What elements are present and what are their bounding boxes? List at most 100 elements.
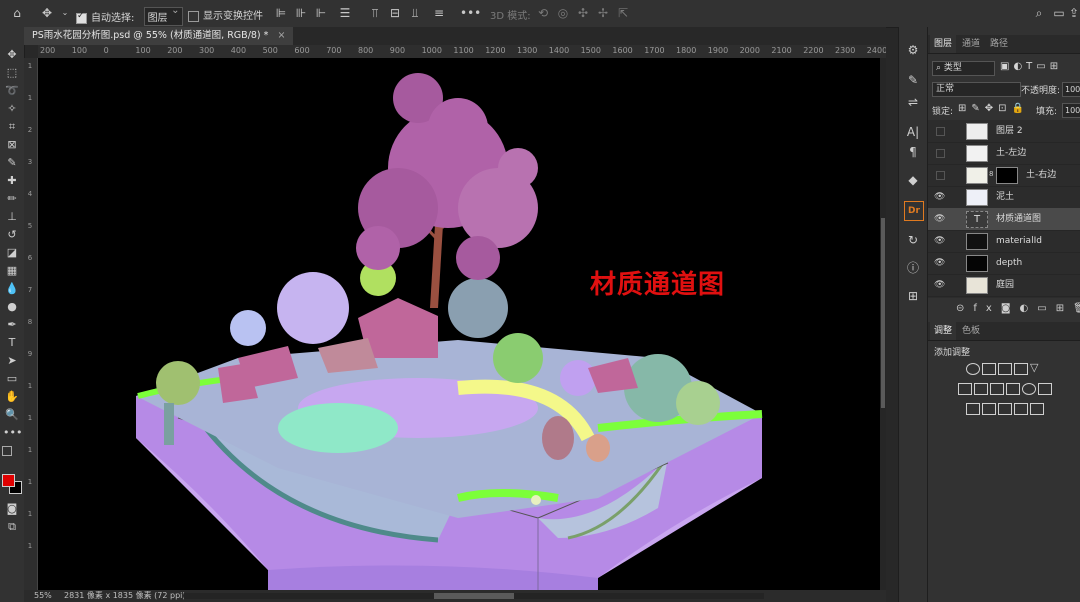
visibility-toggle[interactable] bbox=[936, 149, 945, 158]
tab-layers[interactable]: 图层 bbox=[930, 35, 957, 53]
document-canvas[interactable]: 材质通道图 bbox=[38, 58, 880, 590]
history-icon[interactable]: ⚙ bbox=[904, 41, 922, 59]
3d-slide-icon[interactable]: ✢ bbox=[594, 4, 612, 22]
default-colors-icon[interactable] bbox=[2, 446, 12, 456]
lock-icons[interactable]: ⊞✎✥⊡🔒 bbox=[958, 103, 1029, 114]
vertical-scrollbar[interactable] bbox=[880, 58, 886, 590]
more-options-icon[interactable]: ••• bbox=[460, 4, 481, 22]
3d-drag-icon[interactable]: ✣ bbox=[574, 4, 592, 22]
align-right-icon[interactable]: ⊩ bbox=[312, 4, 330, 22]
opacity-field[interactable]: 100% bbox=[1062, 82, 1080, 97]
layer-row-selected[interactable]: 👁 T 材质通道图 bbox=[928, 208, 1080, 231]
character-icon[interactable]: A| bbox=[904, 123, 922, 141]
type-tool-icon[interactable]: T bbox=[3, 335, 21, 351]
rectangle-tool-icon[interactable]: ▭ bbox=[3, 371, 21, 387]
3d-roll-icon[interactable]: ◎ bbox=[554, 4, 572, 22]
hand-tool-icon[interactable]: ✋ bbox=[3, 389, 21, 405]
frame-tool-icon[interactable]: ⊠ bbox=[3, 137, 21, 153]
eye-icon[interactable]: 👁 bbox=[934, 192, 945, 202]
eye-icon[interactable]: 👁 bbox=[934, 214, 945, 224]
scroll-thumb[interactable] bbox=[881, 218, 885, 408]
show-transform-checkbox[interactable] bbox=[188, 10, 199, 22]
horizontal-scroll-thumb[interactable] bbox=[434, 593, 514, 599]
magic-wand-icon[interactable]: ✧ bbox=[3, 101, 21, 117]
posterize-icon[interactable] bbox=[982, 403, 996, 415]
bridge-icon[interactable]: Dr bbox=[904, 201, 924, 221]
document-info[interactable]: 2831 像素 x 1835 像素 (72 ppi) bbox=[64, 590, 186, 602]
align-bottom-icon[interactable]: ⫫ bbox=[406, 4, 424, 22]
photo-filter-icon[interactable] bbox=[1006, 383, 1020, 395]
search-icon[interactable]: ⌕ bbox=[1030, 4, 1048, 22]
zoom-level[interactable]: 55% bbox=[34, 590, 52, 602]
kind-filter-dropdown[interactable]: ⌕ 类型 bbox=[932, 61, 995, 76]
document-tab[interactable]: PS雨水花园分析图.psd @ 55% (材质通道图, RGB/8) * × bbox=[24, 27, 294, 45]
threshold-icon[interactable] bbox=[998, 403, 1012, 415]
distribute-icon[interactable]: ☰ bbox=[336, 4, 354, 22]
color-balance-icon[interactable] bbox=[974, 383, 988, 395]
plugin-icon[interactable]: ⊞ bbox=[904, 287, 922, 305]
brightness-adjust-icon[interactable] bbox=[966, 363, 980, 375]
blend-mode-dropdown[interactable]: 正常 bbox=[932, 82, 1021, 97]
eyedropper-icon[interactable]: ✎ bbox=[3, 155, 21, 171]
horizontal-scrollbar[interactable] bbox=[184, 593, 764, 599]
auto-select-checkbox[interactable] bbox=[76, 11, 87, 24]
gradient-map-icon[interactable] bbox=[1030, 403, 1044, 415]
home-icon[interactable]: ⌂ bbox=[8, 4, 26, 22]
visibility-toggle[interactable] bbox=[936, 171, 945, 180]
dodge-tool-icon[interactable]: ● bbox=[3, 299, 21, 315]
pen-tool-icon[interactable]: ✒ bbox=[3, 317, 21, 333]
quick-mask-icon[interactable]: ◙ bbox=[3, 501, 21, 517]
align-middle-icon[interactable]: ⊟ bbox=[386, 4, 404, 22]
clone-stamp-icon[interactable]: ⊥ bbox=[3, 209, 21, 225]
zoom-tool-icon[interactable]: 🔍 bbox=[3, 407, 21, 423]
layer-row[interactable]: 👁 庭园 bbox=[928, 274, 1080, 297]
invert-icon[interactable] bbox=[966, 403, 980, 415]
layer-row[interactable]: 图层 2 bbox=[928, 120, 1080, 143]
marquee-tool-icon[interactable]: ⬚ bbox=[3, 65, 21, 81]
layer-filter-icons[interactable]: ▣◐T▭⊞ bbox=[1000, 61, 1062, 72]
hue-saturation-icon[interactable] bbox=[958, 383, 972, 395]
fill-field[interactable]: 100% bbox=[1062, 103, 1080, 118]
auto-select-dropdown[interactable]: 图层 bbox=[143, 5, 183, 26]
distribute-vertical-icon[interactable]: ≡ bbox=[430, 4, 448, 22]
layer-actions-bar[interactable]: ⊝fx◙◐▭⊞🗑 bbox=[956, 303, 1080, 314]
paragraph-icon[interactable]: ¶ bbox=[904, 143, 922, 161]
crop-tool-icon[interactable]: ⌗ bbox=[3, 119, 21, 135]
brush-tool-icon[interactable]: ✏ bbox=[3, 191, 21, 207]
selective-color-icon[interactable] bbox=[1014, 403, 1028, 415]
visibility-toggle[interactable] bbox=[936, 127, 945, 136]
eye-icon[interactable]: 👁 bbox=[934, 258, 945, 268]
3d-rotate-icon[interactable]: ⟲ bbox=[534, 4, 552, 22]
tab-paths[interactable]: 路径 bbox=[986, 35, 1012, 53]
lasso-tool-icon[interactable]: ➰ bbox=[3, 83, 21, 99]
layer-row[interactable]: 👁 materialId bbox=[928, 230, 1080, 253]
vibrance-adjust-icon[interactable]: ▽ bbox=[1030, 362, 1042, 373]
healing-brush-icon[interactable]: ✚ bbox=[3, 173, 21, 189]
history-brush-icon[interactable]: ↺ bbox=[3, 227, 21, 243]
tool-presets-icon[interactable]: ⇌ bbox=[904, 93, 922, 111]
align-top-icon[interactable]: ⫪ bbox=[366, 4, 384, 22]
workspace-icon[interactable]: ▭ bbox=[1050, 4, 1068, 22]
align-center-icon[interactable]: ⊪ bbox=[292, 4, 310, 22]
blur-tool-icon[interactable]: 💧 bbox=[3, 281, 21, 297]
eraser-icon[interactable]: ◪ bbox=[3, 245, 21, 261]
levels-adjust-icon[interactable] bbox=[982, 363, 996, 375]
tab-channels[interactable]: 通道 bbox=[958, 35, 984, 53]
layer-row[interactable]: 👁 depth bbox=[928, 252, 1080, 275]
gradient-tool-icon[interactable]: ▦ bbox=[3, 263, 21, 279]
screen-mode-icon[interactable]: ⧉ bbox=[3, 519, 21, 535]
color-lookup-icon[interactable] bbox=[1038, 383, 1052, 395]
eye-icon[interactable]: 👁 bbox=[934, 236, 945, 246]
refresh-icon[interactable]: ↻ bbox=[904, 231, 922, 249]
black-white-icon[interactable] bbox=[990, 383, 1004, 395]
layer-mask-thumbnail[interactable] bbox=[996, 167, 1018, 184]
move-tool-icon[interactable]: ✥ bbox=[38, 4, 56, 22]
close-icon[interactable]: × bbox=[277, 30, 285, 41]
curves-adjust-icon[interactable] bbox=[998, 363, 1012, 375]
tab-swatches[interactable]: 色板 bbox=[958, 322, 984, 340]
path-select-icon[interactable]: ➤ bbox=[3, 353, 21, 369]
info-icon[interactable]: ⓘ bbox=[904, 259, 922, 277]
tab-adjustments[interactable]: 调整 bbox=[930, 322, 957, 340]
exposure-adjust-icon[interactable] bbox=[1014, 363, 1028, 375]
layer-row[interactable]: 土-左边 bbox=[928, 142, 1080, 165]
